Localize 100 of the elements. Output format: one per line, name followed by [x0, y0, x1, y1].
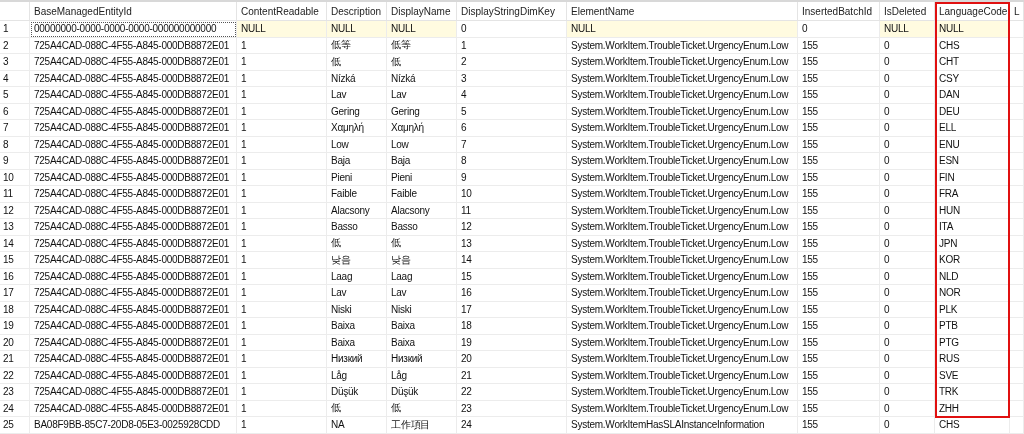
table-cell: NULL	[567, 21, 798, 38]
row-number[interactable]: 13	[0, 219, 30, 236]
row-number[interactable]: 1	[0, 21, 30, 38]
table-cell: 0	[880, 252, 935, 269]
table-cell: Baixa	[327, 318, 387, 335]
table-cell: 725A4CAD-088C-4F55-A845-000DB8872E01	[30, 351, 237, 368]
table-cell: System.WorkItem.TroubleTicket.UrgencyEnum.Low	[567, 285, 798, 302]
table-cell: 0	[880, 153, 935, 170]
table-cell: 155	[798, 252, 880, 269]
table-cell: 155	[798, 54, 880, 71]
table-cell	[1010, 318, 1024, 335]
table-cell	[1010, 153, 1024, 170]
table-cell: 低	[387, 54, 457, 71]
table-cell: 0	[880, 54, 935, 71]
column-header[interactable]: DisplayStringDimKey	[457, 2, 567, 21]
table-cell: 155	[798, 351, 880, 368]
table-cell: 0	[880, 285, 935, 302]
table-cell: 1	[237, 285, 327, 302]
row-number[interactable]: 23	[0, 384, 30, 401]
table-cell	[1010, 54, 1024, 71]
table-cell: NULL	[880, 21, 935, 38]
column-header[interactable]: IsDeleted	[880, 2, 935, 21]
table-cell: 155	[798, 417, 880, 434]
table-cell: 725A4CAD-088C-4F55-A845-000DB8872E01	[30, 87, 237, 104]
table-cell: 0	[880, 120, 935, 137]
table-cell: 1	[237, 252, 327, 269]
column-header[interactable]: ElementName	[567, 2, 798, 21]
table-cell: Lav	[327, 285, 387, 302]
row-number[interactable]: 17	[0, 285, 30, 302]
table-cell: 0	[880, 219, 935, 236]
table-cell: NOR	[935, 285, 1010, 302]
corner-header[interactable]	[0, 2, 30, 21]
table-cell: 1	[237, 120, 327, 137]
row-number[interactable]: 25	[0, 417, 30, 434]
table-cell: 1	[237, 186, 327, 203]
table-cell: 16	[457, 285, 567, 302]
row-number[interactable]: 5	[0, 87, 30, 104]
table-cell: 155	[798, 219, 880, 236]
table-cell: 낮음	[387, 252, 457, 269]
table-cell: 0	[880, 417, 935, 434]
table-cell: Faible	[327, 186, 387, 203]
table-cell: Düşük	[387, 384, 457, 401]
row-number[interactable]: 21	[0, 351, 30, 368]
table-cell: 工作項目	[387, 417, 457, 434]
row-number[interactable]: 3	[0, 54, 30, 71]
column-header[interactable]: L	[1010, 2, 1024, 21]
table-cell: 155	[798, 384, 880, 401]
table-cell: 4	[457, 87, 567, 104]
table-cell: Basso	[327, 219, 387, 236]
column-header[interactable]: InsertedBatchId	[798, 2, 880, 21]
table-cell	[1010, 21, 1024, 38]
table-cell: System.WorkItem.TroubleTicket.UrgencyEnum.Low	[567, 351, 798, 368]
row-number[interactable]: 15	[0, 252, 30, 269]
row-number[interactable]: 9	[0, 153, 30, 170]
table-cell: Baixa	[387, 318, 457, 335]
table-cell: 155	[798, 318, 880, 335]
row-number[interactable]: 19	[0, 318, 30, 335]
table-cell: System.WorkItem.TroubleTicket.UrgencyEnum.Low	[567, 318, 798, 335]
table-cell: 1	[237, 417, 327, 434]
table-cell: 725A4CAD-088C-4F55-A845-000DB8872E01	[30, 153, 237, 170]
table-cell: 725A4CAD-088C-4F55-A845-000DB8872E01	[30, 285, 237, 302]
table-cell: System.WorkItem.TroubleTicket.UrgencyEnum.Low	[567, 120, 798, 137]
table-cell: 155	[798, 186, 880, 203]
table-cell: 0	[880, 186, 935, 203]
table-cell: 20	[457, 351, 567, 368]
column-header[interactable]: DisplayName	[387, 2, 457, 21]
table-cell: 14	[457, 252, 567, 269]
table-cell: 1	[237, 153, 327, 170]
table-cell: 00000000-0000-0000-0000-000000000000	[30, 21, 237, 38]
table-cell	[1010, 87, 1024, 104]
table-cell: NA	[327, 417, 387, 434]
table-cell: 725A4CAD-088C-4F55-A845-000DB8872E01	[30, 54, 237, 71]
table-cell: 1	[237, 351, 327, 368]
table-cell: Χαμηλή	[327, 120, 387, 137]
column-header[interactable]: ContentReadable	[237, 2, 327, 21]
column-header[interactable]: Description	[327, 2, 387, 21]
table-cell	[1010, 252, 1024, 269]
table-cell: Baja	[327, 153, 387, 170]
table-cell: 2	[457, 54, 567, 71]
table-cell: System.WorkItem.TroubleTicket.UrgencyEnum.Low	[567, 186, 798, 203]
table-cell: ELL	[935, 120, 1010, 137]
table-cell: 725A4CAD-088C-4F55-A845-000DB8872E01	[30, 120, 237, 137]
table-cell: 1	[237, 318, 327, 335]
table-cell: 1	[237, 384, 327, 401]
table-cell	[1010, 186, 1024, 203]
table-cell	[1010, 384, 1024, 401]
column-header[interactable]: BaseManagedEntityId	[30, 2, 237, 21]
row-number[interactable]: 11	[0, 186, 30, 203]
table-cell: NULL	[935, 21, 1010, 38]
table-cell: 1	[237, 87, 327, 104]
row-number[interactable]: 7	[0, 120, 30, 137]
table-cell: DAN	[935, 87, 1010, 104]
table-cell: 0	[880, 318, 935, 335]
table-cell: System.WorkItem.TroubleTicket.UrgencyEnum.Low	[567, 252, 798, 269]
table-cell: 6	[457, 120, 567, 137]
table-cell: Lav	[327, 87, 387, 104]
table-cell: 10	[457, 186, 567, 203]
table-cell: 155	[798, 120, 880, 137]
table-cell	[1010, 219, 1024, 236]
table-cell	[1010, 120, 1024, 137]
